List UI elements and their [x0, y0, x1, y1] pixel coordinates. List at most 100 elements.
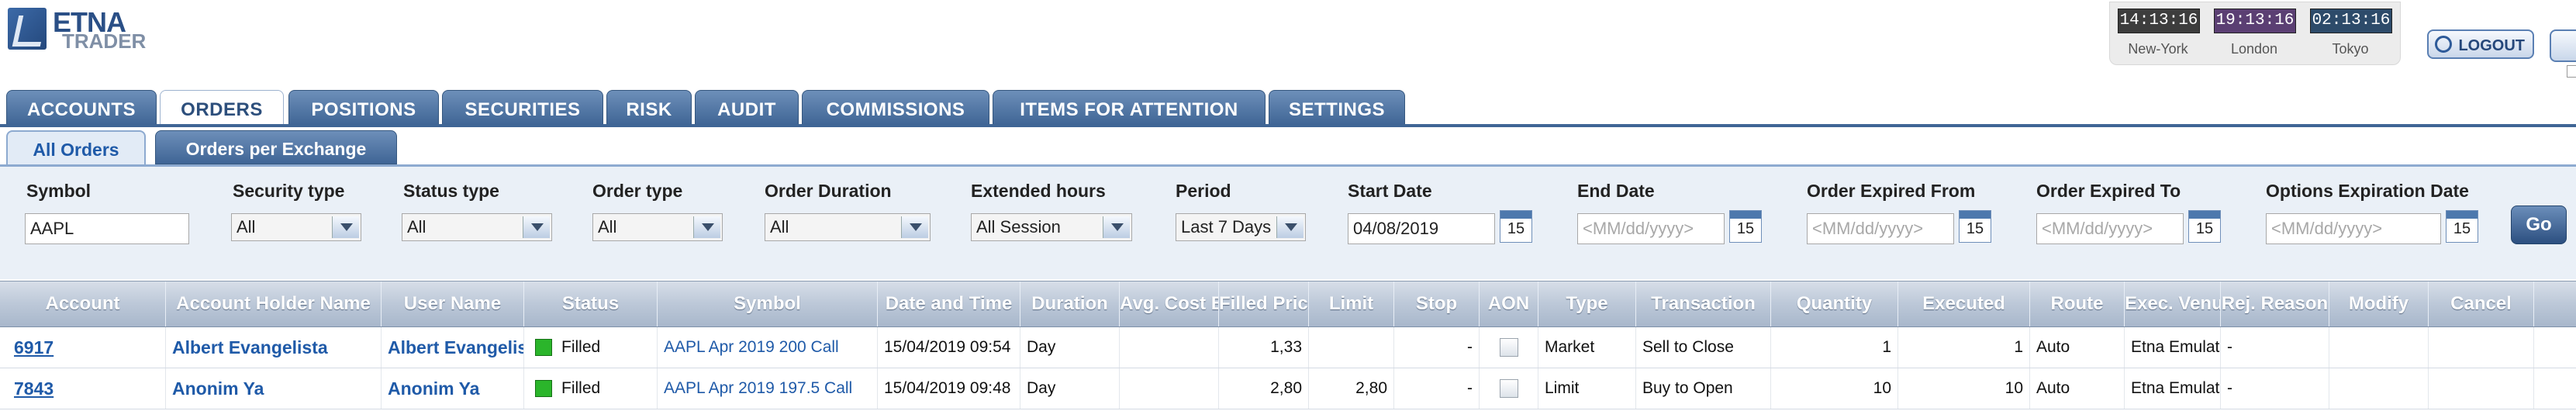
col-aon[interactable]: AON: [1480, 281, 1538, 326]
date-time: 15/04/2019 09:54: [878, 327, 1020, 368]
exec-venue: Etna Emulator: [2125, 327, 2221, 368]
order-type: Limit: [1538, 368, 1636, 409]
grid-header: Account Account Holder Name User Name St…: [0, 281, 2576, 327]
tab-risk[interactable]: RISK: [606, 90, 692, 126]
avg-cost-basis: [1120, 327, 1219, 368]
tab-items-for-attention[interactable]: ITEMS FOR ATTENTION: [993, 90, 1266, 126]
user-name[interactable]: Anonim Ya: [382, 368, 524, 409]
symbol-link[interactable]: AAPL Apr 2019 200 Call: [658, 327, 878, 368]
account-link[interactable]: 6917: [0, 327, 166, 368]
cancel-cell: [2429, 368, 2534, 409]
city-label-tokyo: Tokyo: [2332, 41, 2369, 57]
tab-audit[interactable]: AUDIT: [695, 90, 799, 126]
col-account[interactable]: Account: [0, 281, 166, 326]
calendar-icon[interactable]: 15: [1729, 210, 1762, 243]
filled-status-icon: [535, 339, 552, 357]
world-clocks: 14:13:16 19:13:16 02:13:16 New-York Lond…: [2109, 2, 2401, 65]
chevron-down-icon: [1276, 216, 1304, 238]
orders-grid: Account Account Holder Name User Name St…: [0, 281, 2576, 411]
col-cancel[interactable]: Cancel: [2429, 281, 2534, 326]
tab-divider: [0, 124, 2576, 127]
status-text: Filled: [561, 379, 601, 397]
start-date-label: Start Date: [1348, 181, 1432, 201]
extended-hours-select[interactable]: All Session: [971, 213, 1132, 241]
cancel-cell: [2429, 327, 2534, 368]
col-status[interactable]: Status: [524, 281, 658, 326]
col-date-and-time[interactable]: Date and Time: [878, 281, 1020, 326]
col-stop[interactable]: Stop: [1394, 281, 1480, 326]
stop-price: -: [1394, 327, 1480, 368]
account-holder-name[interactable]: Albert Evangelista: [166, 327, 382, 368]
col-symbol[interactable]: Symbol: [658, 281, 878, 326]
col-transaction[interactable]: Transaction: [1636, 281, 1771, 326]
security-type-select[interactable]: All: [231, 213, 361, 241]
options-expiration-label: Options Expiration Date: [2266, 181, 2469, 201]
table-row[interactable]: 6917 Albert Evangelista Albert Evangelis…: [0, 327, 2576, 368]
symbol-input[interactable]: AAPL: [25, 213, 189, 244]
end-date-input[interactable]: <MM/dd/yyyy>: [1577, 213, 1725, 244]
symbol-link[interactable]: AAPL Apr 2019 197.5 Call: [658, 368, 878, 409]
duration: Day: [1020, 327, 1120, 368]
limit-price: 2,80: [1309, 368, 1394, 409]
calendar-icon[interactable]: 15: [2446, 210, 2478, 243]
options-expiration-input[interactable]: <MM/dd/yyyy>: [2266, 213, 2441, 244]
order-expired-to-input[interactable]: <MM/dd/yyyy>: [2036, 213, 2184, 244]
status-type-value: All: [407, 217, 426, 237]
calendar-icon[interactable]: 15: [2188, 210, 2221, 243]
calendar-icon[interactable]: 15: [1500, 210, 1532, 243]
col-exec-venue[interactable]: Exec. Venue: [2125, 281, 2221, 326]
go-button[interactable]: Go: [2511, 206, 2567, 244]
transaction: Buy to Open: [1636, 368, 1771, 409]
col-route[interactable]: Route: [2030, 281, 2125, 326]
col-rej-reason[interactable]: Rej. Reason: [2221, 281, 2329, 326]
end-date-label: End Date: [1577, 181, 1655, 201]
col-avg-cost-basis[interactable]: Avg. Cost Basis: [1120, 281, 1219, 326]
subtab-orders-per-exchange[interactable]: Orders per Exchange: [155, 130, 397, 164]
logout-button[interactable]: LOGOUT: [2427, 29, 2534, 59]
order-expired-from-input[interactable]: <MM/dd/yyyy>: [1807, 213, 1954, 244]
order-duration-select[interactable]: All: [765, 213, 931, 241]
col-type[interactable]: Type: [1538, 281, 1636, 326]
col-limit[interactable]: Limit: [1309, 281, 1394, 326]
col-filled-price[interactable]: Filled Price: [1219, 281, 1309, 326]
col-user-name[interactable]: User Name: [382, 281, 524, 326]
col-modify[interactable]: Modify: [2329, 281, 2429, 326]
account-link[interactable]: 7843: [0, 368, 166, 409]
order-duration-label: Order Duration: [765, 181, 892, 201]
tab-orders[interactable]: ORDERS: [160, 90, 284, 127]
aon-checkbox[interactable]: [1499, 338, 1518, 357]
col-executed[interactable]: Executed: [1898, 281, 2030, 326]
tab-settings[interactable]: SETTINGS: [1269, 90, 1405, 126]
tab-securities[interactable]: SECURITIES: [442, 90, 603, 126]
col-account-holder-name[interactable]: Account Holder Name: [166, 281, 382, 326]
quantity: 10: [1771, 368, 1898, 409]
settings-checkbox[interactable]: [2567, 65, 2576, 78]
settings-gear-button[interactable]: [2550, 29, 2576, 62]
table-row[interactable]: 7843 Anonim Ya Anonim Ya Filled AAPL Apr…: [0, 368, 2576, 409]
aon-checkbox[interactable]: [1499, 379, 1518, 399]
tab-accounts[interactable]: ACCOUNTS: [6, 90, 157, 126]
filled-price: 2,80: [1219, 368, 1309, 409]
chevron-down-icon: [332, 216, 359, 238]
chevron-down-icon: [1103, 216, 1130, 238]
start-date-input[interactable]: 04/08/2019: [1348, 213, 1495, 244]
subtab-all-orders[interactable]: All Orders: [6, 130, 146, 164]
user-name[interactable]: Albert Evangelista: [382, 327, 524, 368]
order-type-label: Order type: [592, 181, 683, 201]
stop-price: -: [1394, 368, 1480, 409]
col-quantity[interactable]: Quantity: [1771, 281, 1898, 326]
account-holder-name[interactable]: Anonim Ya: [166, 368, 382, 409]
tab-commissions[interactable]: COMMISSIONS: [802, 90, 989, 126]
tab-positions[interactable]: POSITIONS: [288, 90, 439, 126]
order-type-select[interactable]: All: [592, 213, 723, 241]
period-select[interactable]: Last 7 Days: [1176, 213, 1306, 241]
etna-trader-logo: ETNA TRADER: [8, 5, 163, 53]
col-duration[interactable]: Duration: [1020, 281, 1120, 326]
calendar-icon[interactable]: 15: [1959, 210, 1991, 243]
filled-price: 1,33: [1219, 327, 1309, 368]
executed: 1: [1898, 327, 2030, 368]
period-value: Last 7 Days: [1181, 217, 1272, 237]
symbol-label: Symbol: [26, 181, 92, 201]
duration: Day: [1020, 368, 1120, 409]
status-type-select[interactable]: All: [402, 213, 552, 241]
